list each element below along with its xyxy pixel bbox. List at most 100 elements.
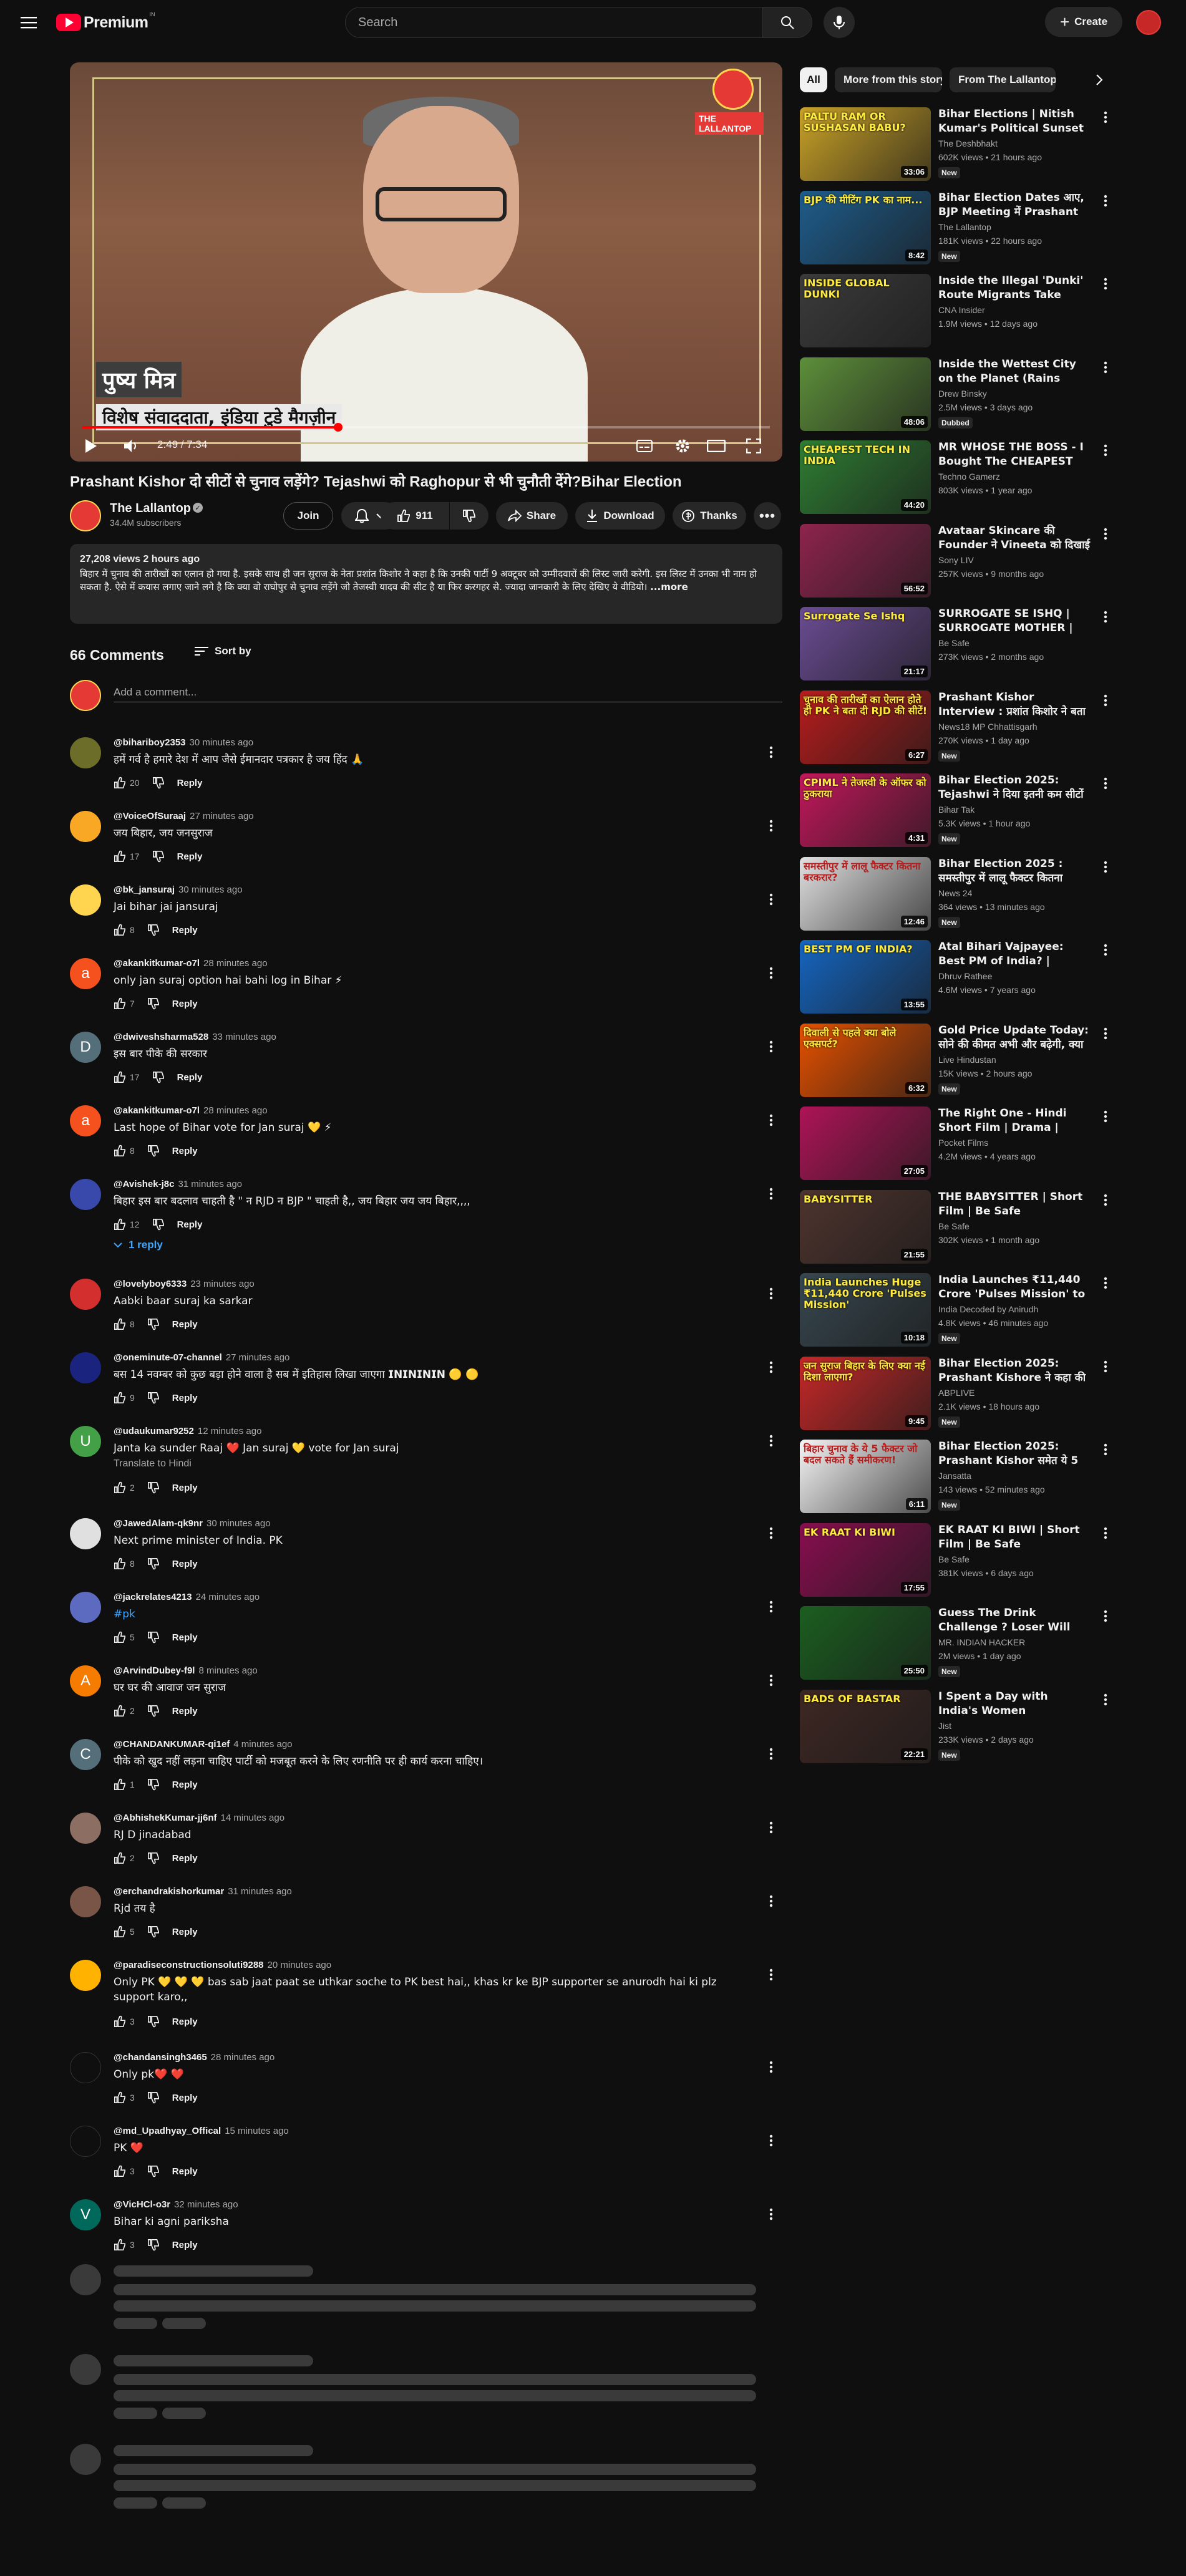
recommended-video[interactable]: BADS OF BASTAR 22:21 I Spent a Day with In… — [800, 1690, 1112, 1771]
comment-menu-button[interactable] — [764, 2060, 779, 2075]
comment-like-button[interactable]: 2 — [114, 1705, 135, 1717]
video-title[interactable]: SURROGATE SE ISHQ | SURROGATE MOTHER | S… — [938, 607, 1091, 636]
comment-reply-button[interactable]: Reply — [172, 2240, 198, 2250]
comment-like-button[interactable]: 3 — [114, 2239, 135, 2251]
video-menu-button[interactable] — [1099, 1609, 1112, 1624]
video-thumbnail[interactable]: BADS OF BASTAR 22:21 — [800, 1690, 931, 1763]
comment-author[interactable]: @jackrelates4213 — [114, 1592, 192, 1602]
comment-menu-button[interactable] — [764, 1360, 779, 1375]
show-more-link[interactable]: ...more — [650, 581, 688, 593]
channel-avatar[interactable] — [70, 500, 101, 531]
comment-author[interactable]: @akankitkumar-o7l — [114, 1105, 200, 1116]
comment-menu-button[interactable] — [764, 1186, 779, 1201]
comment-author[interactable]: @udaukumar9252 — [114, 1426, 194, 1436]
commenter-avatar[interactable] — [70, 1518, 101, 1549]
video-title[interactable]: Bihar Election 2025: Prashant Kishore ने… — [938, 1357, 1091, 1385]
comment-reply-button[interactable]: Reply — [172, 1779, 198, 1790]
theater-mode-button[interactable] — [706, 436, 726, 456]
comment-dislike-button[interactable] — [147, 1145, 160, 1157]
comment-reply-button[interactable]: Reply — [172, 925, 198, 936]
comment-like-button[interactable]: 20 — [114, 777, 140, 789]
comment-dislike-button[interactable] — [147, 2015, 160, 2028]
video-channel[interactable]: MR. INDIAN HACKER — [938, 1637, 1025, 1647]
commenter-avatar[interactable] — [70, 1279, 101, 1310]
comment-dislike-button[interactable] — [152, 1071, 165, 1083]
recommended-video[interactable]: CHEAPEST TECH IN INDIA 44:20 MR WHOSE THE … — [800, 440, 1112, 521]
comment-dislike-button[interactable] — [147, 1705, 160, 1717]
comment-like-button[interactable]: 17 — [114, 1071, 140, 1083]
comment-menu-button[interactable] — [764, 2133, 779, 2148]
video-menu-button[interactable] — [1099, 1526, 1112, 1541]
comment-time[interactable]: 28 minutes ago — [203, 958, 268, 969]
video-menu-button[interactable] — [1099, 1193, 1112, 1208]
comment-reply-button[interactable]: Reply — [172, 2017, 198, 2027]
video-channel[interactable]: Jist — [938, 1721, 951, 1731]
video-menu-button[interactable] — [1099, 193, 1112, 208]
video-menu-button[interactable] — [1099, 859, 1112, 874]
recommended-video[interactable]: चुनाव की तारीखों का ऐलान होते ही PK ने ब… — [800, 690, 1112, 772]
video-channel[interactable]: News 24 — [938, 888, 972, 898]
commenter-avatar[interactable] — [70, 1813, 101, 1844]
video-channel[interactable]: Drew Binsky — [938, 389, 987, 399]
mute-button[interactable] — [121, 436, 141, 456]
video-title[interactable]: Bihar Election 2025: Tejashwi ने दिया इत… — [938, 773, 1091, 802]
video-channel[interactable]: Jansatta — [938, 1471, 971, 1481]
recommended-video[interactable]: BABYSITTER 21:55 THE BABYSITTER | Short Fi… — [800, 1190, 1112, 1271]
fullscreen-button[interactable] — [744, 436, 764, 456]
video-channel[interactable]: News18 MP Chhattisgarh — [938, 722, 1037, 732]
channel-name[interactable]: The Lallantop — [110, 501, 191, 516]
comment-author[interactable]: @oneminute-07-channel — [114, 1352, 222, 1363]
comment-menu-button[interactable] — [764, 1746, 779, 1761]
video-menu-button[interactable] — [1099, 1276, 1112, 1290]
comment-dislike-button[interactable] — [147, 2239, 160, 2251]
commenter-avatar[interactable]: A — [70, 1665, 101, 1697]
video-menu-button[interactable] — [1099, 443, 1112, 458]
video-menu-button[interactable] — [1099, 693, 1112, 708]
comment-author[interactable]: @lovelyboy6333 — [114, 1279, 187, 1289]
video-thumbnail[interactable]: 27:05 — [800, 1106, 931, 1180]
video-menu-button[interactable] — [1099, 110, 1112, 125]
comment-reply-button[interactable]: Reply — [172, 1853, 198, 1864]
recommended-video[interactable]: BEST PM OF INDIA? 13:55 Atal Bihari Vajpay… — [800, 940, 1112, 1021]
video-title[interactable]: Prashant Kishor Interview : प्रशांत किशो… — [938, 690, 1091, 719]
video-title[interactable]: MR WHOSE THE BOSS - I Bought The CHEAPES… — [938, 440, 1091, 469]
download-button[interactable]: Download — [575, 502, 665, 530]
comment-reply-button[interactable]: Reply — [177, 778, 203, 788]
comment-reply-button[interactable]: Reply — [172, 2093, 198, 2103]
comment-dislike-button[interactable] — [147, 997, 160, 1010]
comment-like-button[interactable]: 8 — [114, 1318, 135, 1330]
comment-reply-button[interactable]: Reply — [172, 1146, 198, 1156]
comment-reply-button[interactable]: Reply — [172, 1706, 198, 1717]
comment-time[interactable]: 20 minutes ago — [268, 1960, 332, 1970]
video-thumbnail[interactable]: समस्तीपुर में लालू फैक्टर कितना बरकरार? 1… — [800, 857, 931, 931]
dislike-button[interactable] — [450, 502, 488, 530]
video-thumbnail[interactable]: BEST PM OF INDIA? 13:55 — [800, 940, 931, 1014]
recommended-video[interactable]: जन सुराज बिहार के लिए क्या नई दिशा लाएगा… — [800, 1357, 1112, 1438]
comment-like-button[interactable]: 8 — [114, 1145, 135, 1157]
comment-time[interactable]: 15 minutes ago — [225, 2126, 289, 2136]
video-channel[interactable]: Be Safe — [938, 1554, 970, 1564]
recommended-video[interactable]: समस्तीपुर में लालू फैक्टर कितना बरकरार? 1… — [800, 857, 1112, 938]
comment-author[interactable]: @erchandrakishorkumar — [114, 1886, 224, 1897]
comment-dislike-button[interactable] — [147, 924, 160, 936]
comment-like-button[interactable]: 12 — [114, 1218, 140, 1231]
commenter-avatar[interactable]: U — [70, 1426, 101, 1457]
recommended-video[interactable]: India Launches Huge ₹11,440 Crore 'Pulse… — [800, 1273, 1112, 1354]
video-thumbnail[interactable]: बिहार चुनाव के ये 5 फैक्टर जो बदल सकते ह… — [800, 1440, 931, 1513]
recommended-video[interactable]: दिवाली से पहले क्या बोले एक्सपर्ट? 6:32 Go… — [800, 1024, 1112, 1105]
video-title[interactable]: Bihar Election 2025 : समस्तीपुर में लालू… — [938, 857, 1091, 886]
thanks-button[interactable]: Thanks — [673, 502, 746, 530]
comment-like-button[interactable]: 8 — [114, 924, 135, 936]
comment-author[interactable]: @akankitkumar-o7l — [114, 958, 200, 969]
chip-from-channel[interactable]: From The Lallantop — [950, 67, 1056, 92]
video-frame[interactable]: पुष्य मित्र विशेष संवाददाता, इंडिया टुडे… — [70, 62, 782, 462]
comment-author[interactable]: @paradiseconstructionsoluti9288 — [114, 1960, 264, 1970]
comment-time[interactable]: 28 minutes ago — [211, 2052, 275, 2063]
chip-more-from-story[interactable]: More from this story — [835, 67, 942, 92]
video-title[interactable]: Inside the Wettest City on the Planet (R… — [938, 357, 1091, 386]
comment-author[interactable]: @md_Upadhyay_Offical — [114, 2126, 221, 2136]
comment-time[interactable]: 33 minutes ago — [212, 1032, 276, 1042]
comment-menu-button[interactable] — [764, 892, 779, 907]
comment-like-button[interactable]: 3 — [114, 2091, 135, 2104]
comment-time[interactable]: 14 minutes ago — [220, 1813, 284, 1823]
